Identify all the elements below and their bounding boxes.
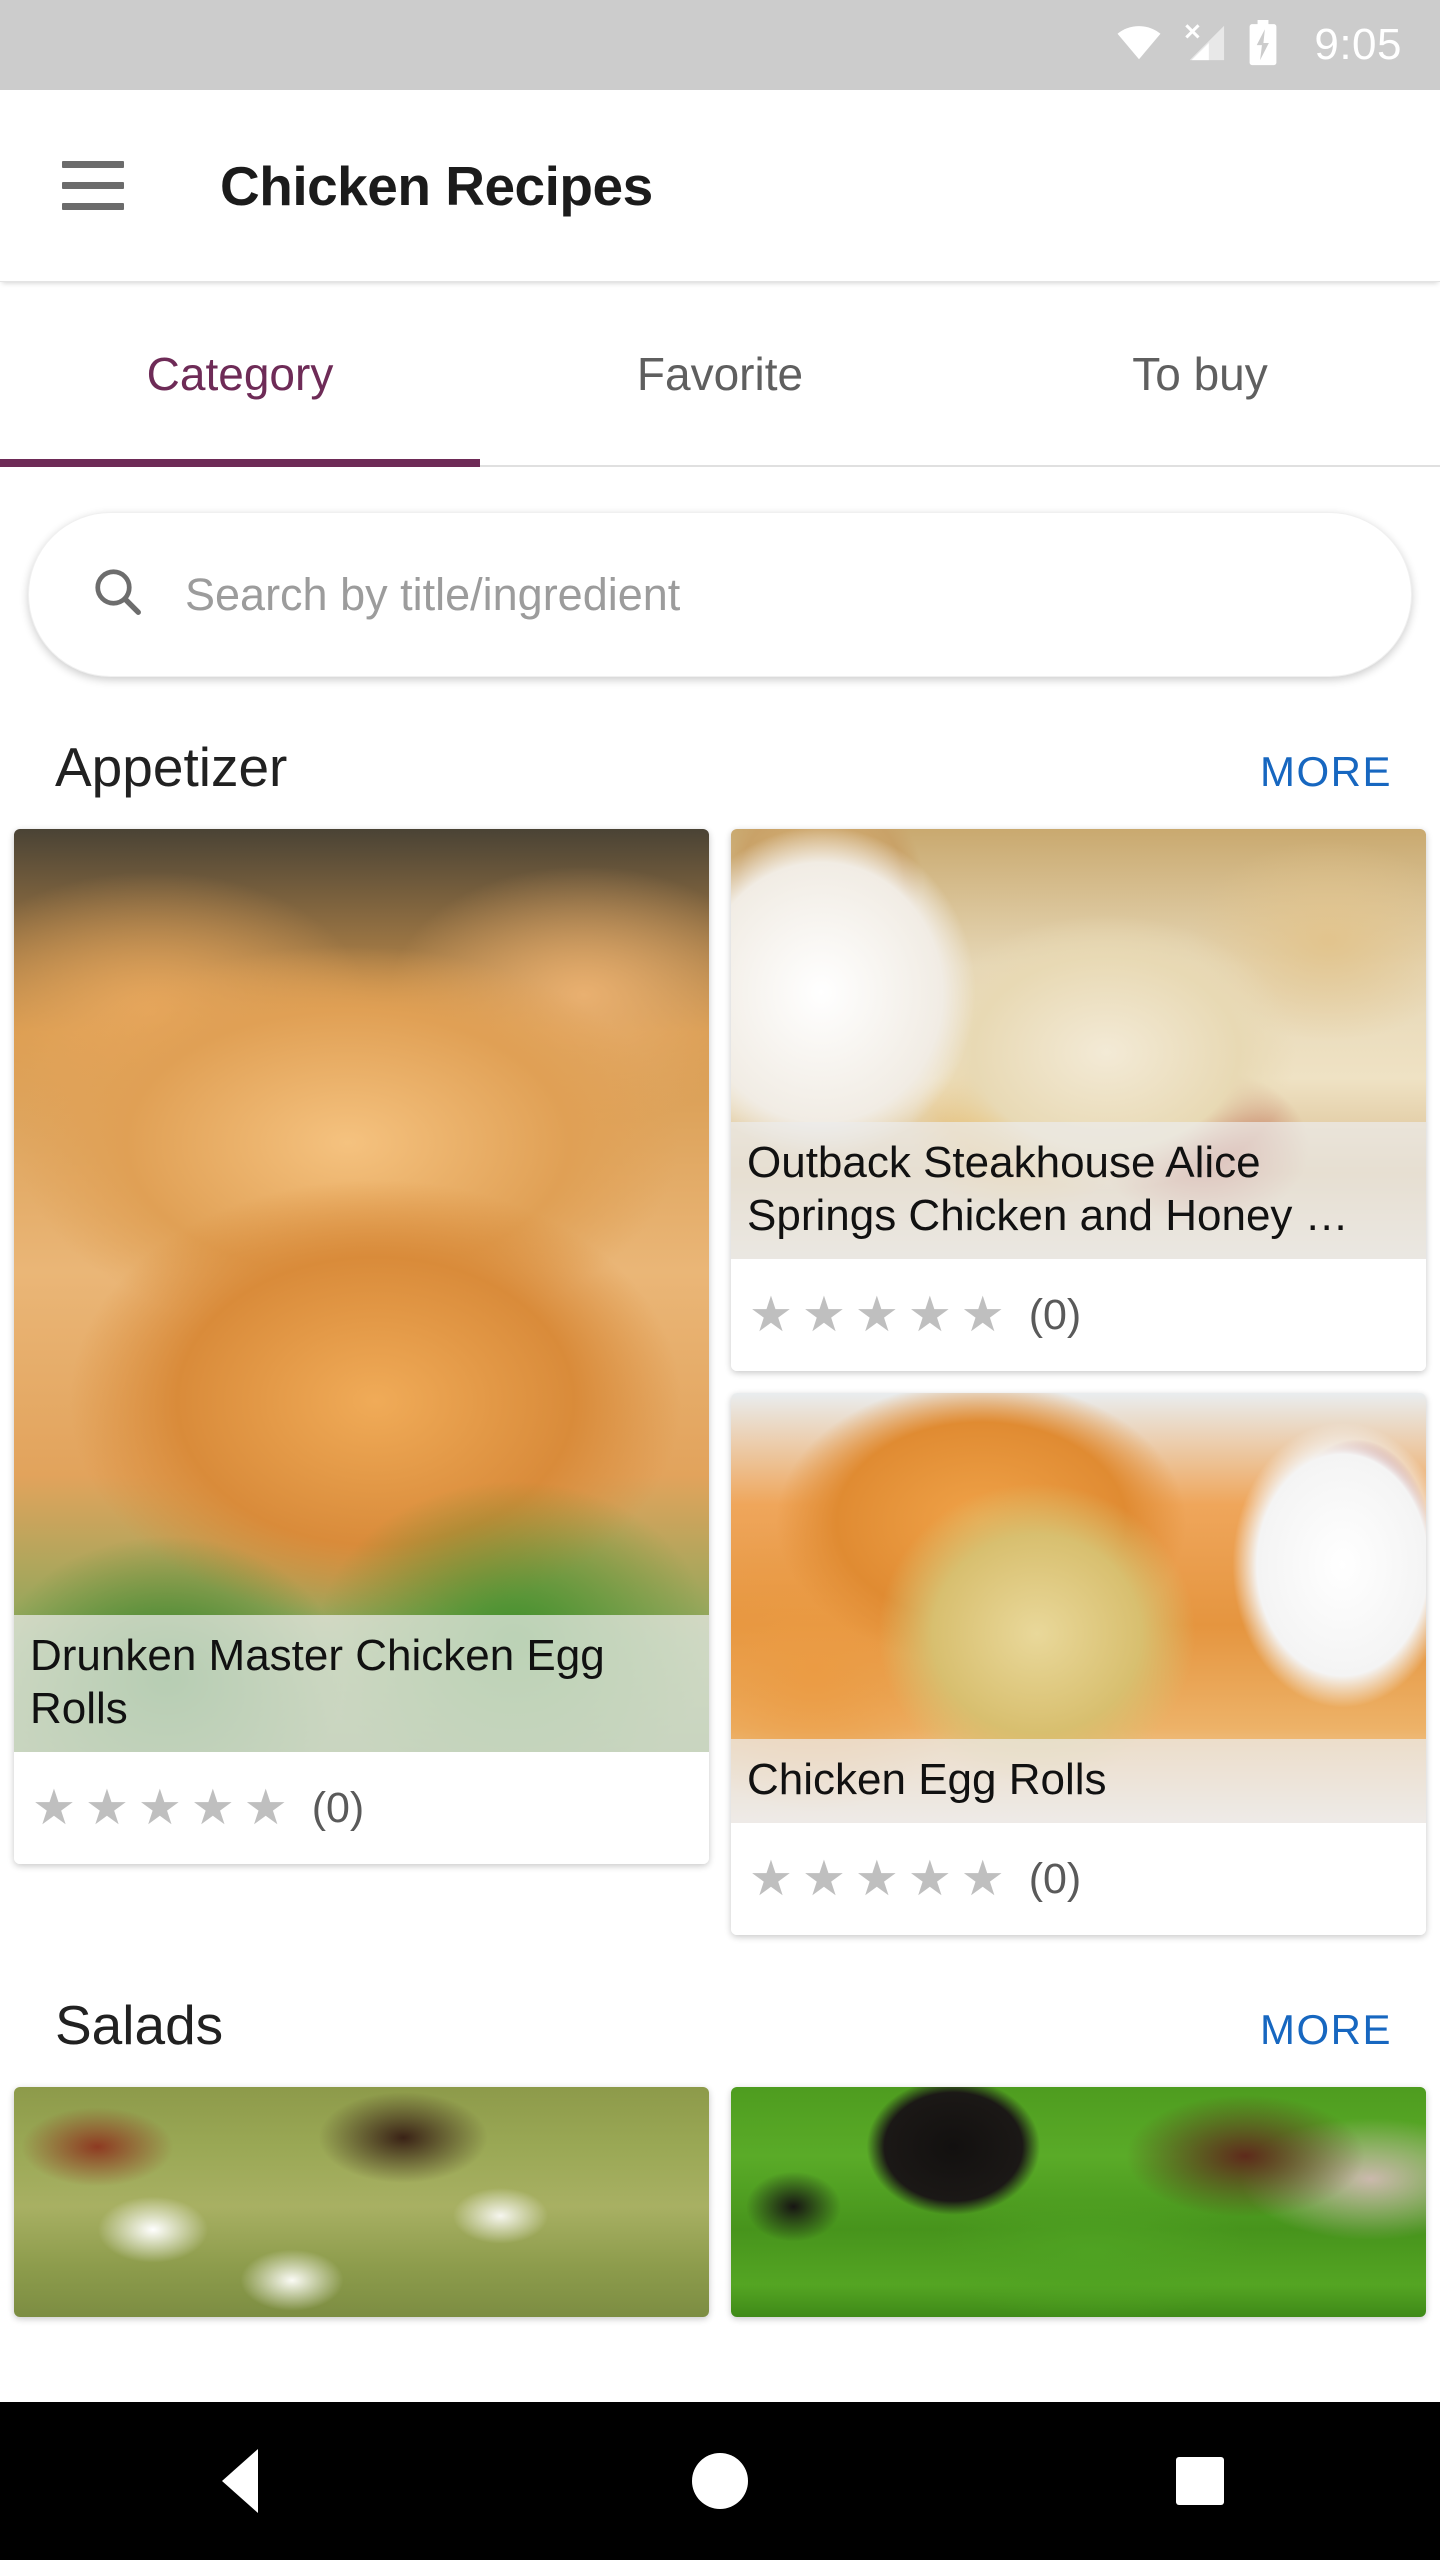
- star-icon[interactable]: ★: [802, 1854, 846, 1904]
- sprout-salad-photo: [14, 2087, 709, 2317]
- star-rating[interactable]: ★ ★ ★ ★ ★: [32, 1783, 288, 1833]
- tab-favorite[interactable]: Favorite: [480, 282, 960, 465]
- star-icon[interactable]: ★: [802, 1290, 846, 1340]
- fried-chicken-egg-rolls-on-greens-photo: [14, 829, 709, 1752]
- recipe-card[interactable]: [14, 2087, 709, 2317]
- star-icon[interactable]: ★: [32, 1783, 76, 1833]
- tab-to-buy[interactable]: To buy: [960, 282, 1440, 465]
- star-rating[interactable]: ★ ★ ★ ★ ★: [749, 1854, 1005, 1904]
- hamburger-line: [62, 182, 124, 189]
- grid-column-left: [14, 2087, 709, 2317]
- star-icon[interactable]: ★: [191, 1783, 235, 1833]
- recipe-card[interactable]: [731, 2087, 1426, 2317]
- star-icon[interactable]: ★: [855, 1290, 899, 1340]
- recipe-image: [731, 2087, 1426, 2317]
- section-header-appetizer: Appetizer MORE: [0, 677, 1440, 829]
- section-more-link[interactable]: MORE: [1260, 2006, 1392, 2054]
- star-icon[interactable]: ★: [908, 1854, 952, 1904]
- android-navigation-bar: [0, 2402, 1440, 2560]
- status-bar-icons: [1116, 19, 1278, 71]
- status-bar-clock: 9:05: [1314, 20, 1402, 69]
- appetizer-card-grid: Drunken Master Chicken Egg Rolls ★ ★ ★ ★…: [0, 829, 1440, 1935]
- grid-column-right: Outback Steakhouse Alice Springs Chicken…: [731, 829, 1426, 1935]
- back-button[interactable]: [165, 2402, 315, 2560]
- search-input[interactable]: Search by title/ingredient: [28, 512, 1412, 677]
- star-icon[interactable]: ★: [855, 1854, 899, 1904]
- star-icon[interactable]: ★: [244, 1783, 288, 1833]
- search-icon: [91, 565, 145, 624]
- grid-column-left: Drunken Master Chicken Egg Rolls ★ ★ ★ ★…: [14, 829, 709, 1864]
- cellular-no-sim-icon: [1182, 23, 1228, 68]
- square-recents-icon: [1176, 2457, 1224, 2505]
- recipe-image: [14, 2087, 709, 2317]
- star-icon[interactable]: ★: [908, 1290, 952, 1340]
- tab-bar: Category Favorite To buy: [0, 282, 1440, 467]
- rating-count: (0): [311, 1783, 365, 1832]
- hamburger-line: [62, 161, 124, 168]
- star-icon[interactable]: ★: [961, 1290, 1005, 1340]
- rating-count: (0): [1028, 1854, 1082, 1903]
- arugula-olive-salad-photo: [731, 2087, 1426, 2317]
- star-icon[interactable]: ★: [749, 1854, 793, 1904]
- recipe-title: Outback Steakhouse Alice Springs Chicken…: [731, 1121, 1426, 1259]
- battery-charging-icon: [1248, 19, 1278, 71]
- status-bar: 9:05: [0, 0, 1440, 90]
- section-header-salads: Salads MORE: [0, 1935, 1440, 2087]
- page-title: Chicken Recipes: [220, 154, 653, 217]
- wifi-icon: [1116, 25, 1162, 66]
- star-icon[interactable]: ★: [961, 1854, 1005, 1904]
- star-icon[interactable]: ★: [85, 1783, 129, 1833]
- recipe-rating[interactable]: ★ ★ ★ ★ ★ (0): [731, 1259, 1426, 1371]
- rating-count: (0): [1028, 1290, 1082, 1339]
- recipe-image: Chicken Egg Rolls: [731, 1393, 1426, 1823]
- search-container: Search by title/ingredient: [0, 467, 1440, 677]
- star-icon[interactable]: ★: [749, 1290, 793, 1340]
- search-placeholder: Search by title/ingredient: [185, 568, 681, 620]
- grid-column-right: [731, 2087, 1426, 2317]
- home-button[interactable]: [645, 2402, 795, 2560]
- star-icon[interactable]: ★: [138, 1783, 182, 1833]
- app-bar: Chicken Recipes: [0, 90, 1440, 282]
- recipe-title: Chicken Egg Rolls: [731, 1739, 1426, 1823]
- recipe-rating[interactable]: ★ ★ ★ ★ ★ (0): [731, 1823, 1426, 1935]
- recipe-rating[interactable]: ★ ★ ★ ★ ★ (0): [14, 1752, 709, 1864]
- hamburger-line: [62, 203, 124, 210]
- recipe-card[interactable]: Drunken Master Chicken Egg Rolls ★ ★ ★ ★…: [14, 829, 709, 1864]
- salads-card-grid: [0, 2087, 1440, 2317]
- recents-button[interactable]: [1125, 2402, 1275, 2560]
- star-rating[interactable]: ★ ★ ★ ★ ★: [749, 1290, 1005, 1340]
- recipe-image: Drunken Master Chicken Egg Rolls: [14, 829, 709, 1752]
- triangle-back-icon: [222, 2449, 258, 2513]
- recipe-title: Drunken Master Chicken Egg Rolls: [14, 1614, 709, 1752]
- hamburger-menu-icon[interactable]: [62, 161, 124, 210]
- recipe-card[interactable]: Outback Steakhouse Alice Springs Chicken…: [731, 829, 1426, 1371]
- circle-home-icon: [692, 2453, 748, 2509]
- section-title: Salads: [55, 1994, 224, 2056]
- recipe-card[interactable]: Chicken Egg Rolls ★ ★ ★ ★ ★ (0): [731, 1393, 1426, 1935]
- recipe-image: Outback Steakhouse Alice Springs Chicken…: [731, 829, 1426, 1259]
- tab-category[interactable]: Category: [0, 282, 480, 467]
- content-scroll-area[interactable]: Appetizer MORE Drunken Master Chicken Eg…: [0, 677, 1440, 2317]
- section-title: Appetizer: [55, 736, 288, 798]
- section-more-link[interactable]: MORE: [1260, 748, 1392, 796]
